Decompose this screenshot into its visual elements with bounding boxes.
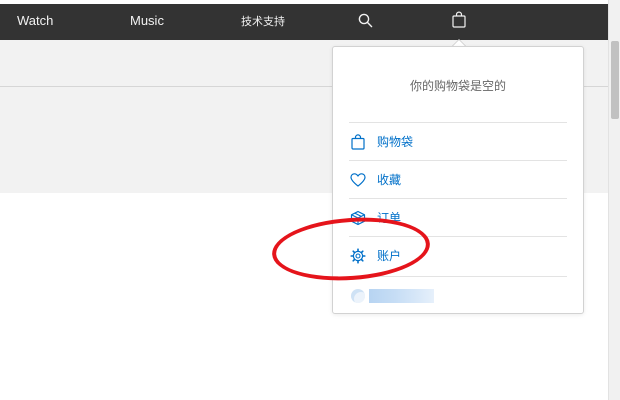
dropdown-item-account[interactable]: 账户 xyxy=(349,238,567,274)
nav-item-music[interactable]: Music xyxy=(130,13,164,29)
nav-item-support[interactable]: 技术支持 xyxy=(241,14,285,30)
dropdown-item-orders[interactable]: 订单 xyxy=(349,200,567,236)
shopping-bag-icon xyxy=(351,134,365,150)
dropdown-item-label: 订单 xyxy=(377,211,402,225)
search-icon[interactable] xyxy=(358,13,373,28)
bag-empty-message: 你的购物袋是空的 xyxy=(409,79,506,93)
nav-top-edge xyxy=(0,0,608,4)
dropdown-item-label: 收藏 xyxy=(377,173,402,187)
dropdown-item-favorites[interactable]: 收藏 xyxy=(349,162,567,198)
dropdown-item-label: 购物袋 xyxy=(377,135,414,149)
page-scrollbar[interactable] xyxy=(608,0,620,400)
account-name-blurred[interactable] xyxy=(369,289,434,303)
dropdown-divider xyxy=(349,276,567,277)
scrollbar-thumb[interactable] xyxy=(611,41,619,119)
gear-icon xyxy=(350,248,366,264)
dropdown-divider xyxy=(349,122,567,123)
account-avatar-blurred[interactable] xyxy=(351,289,365,303)
dropdown-item-label: 账户 xyxy=(377,249,402,263)
package-icon xyxy=(350,210,366,226)
dropdown-divider xyxy=(349,236,567,237)
dropdown-divider xyxy=(349,160,567,161)
dropdown-item-bag[interactable]: 购物袋 xyxy=(349,124,567,160)
nav-item-watch[interactable]: Watch xyxy=(17,13,53,29)
global-nav-bar: Watch Music 技术支持 xyxy=(0,0,608,40)
shopping-bag-icon[interactable] xyxy=(452,11,466,28)
heart-icon xyxy=(350,173,366,187)
dropdown-divider xyxy=(349,198,567,199)
bag-dropdown: 你的购物袋是空的 购物袋 收藏 订单 账户 xyxy=(332,46,584,314)
